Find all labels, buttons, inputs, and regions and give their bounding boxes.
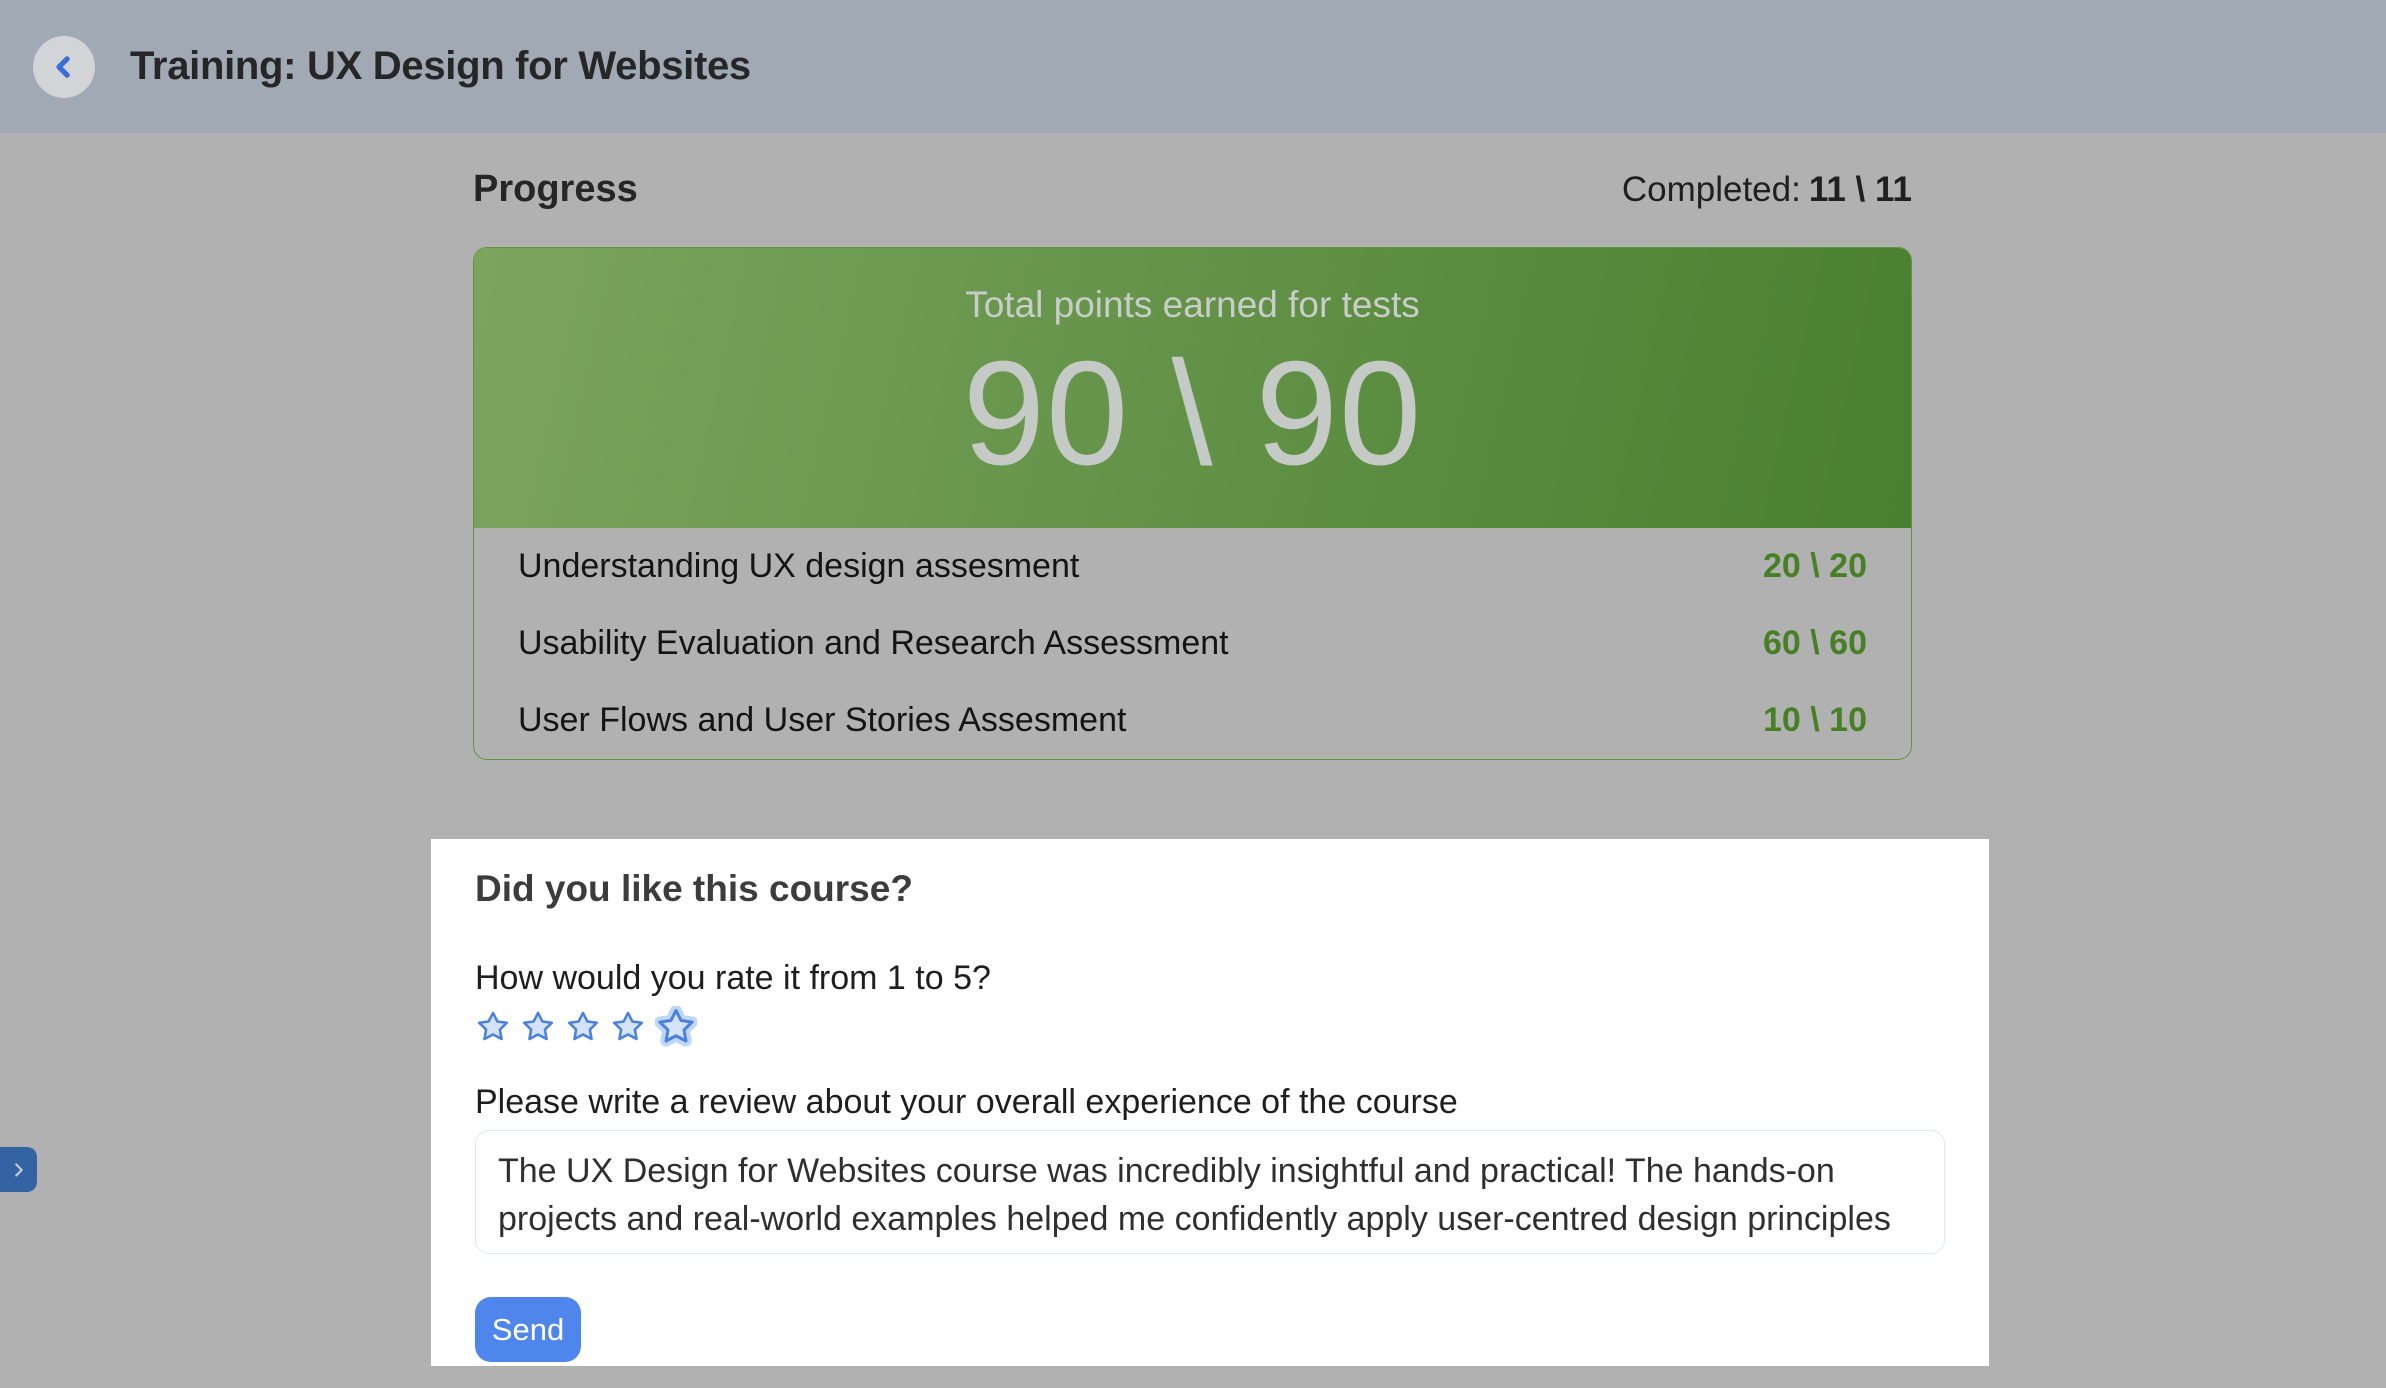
completed-counter: Completed:11 \ 11 (1622, 170, 1912, 210)
send-button[interactable]: Send (475, 1297, 581, 1362)
test-name: Usability Evaluation and Research Assess… (518, 624, 1229, 663)
test-score: 60 \ 60 (1763, 624, 1867, 663)
test-score: 10 \ 10 (1763, 701, 1867, 740)
sidebar-expand-tab[interactable] (0, 1147, 37, 1192)
rate-question-label: How would you rate it from 1 to 5? (475, 958, 1945, 998)
chevron-right-icon (8, 1159, 30, 1181)
app-header: Training: UX Design for Websites (0, 0, 2386, 133)
progress-header-row: Progress Completed:11 \ 11 (473, 168, 1912, 212)
chevron-left-icon (49, 52, 79, 82)
total-points-banner: Total points earned for tests 90 \ 90 (474, 248, 1911, 528)
progress-heading: Progress (473, 168, 638, 211)
star-icon[interactable] (475, 1009, 511, 1045)
review-textarea[interactable]: The UX Design for Websites course was in… (475, 1130, 1945, 1254)
page-title: Training: UX Design for Websites (130, 44, 751, 89)
feedback-heading: Did you like this course? (475, 867, 1945, 911)
test-row: Understanding UX design assesment 20 \ 2… (474, 528, 1911, 605)
test-score: 20 \ 20 (1763, 547, 1867, 586)
star-icon[interactable] (520, 1009, 556, 1045)
progress-section: Progress Completed:11 \ 11 Total points … (473, 168, 1912, 760)
total-points-value: 90 \ 90 (963, 336, 1423, 491)
review-prompt-label: Please write a review about your overall… (475, 1082, 1945, 1122)
test-row: User Flows and User Stories Assesment 10… (474, 682, 1911, 759)
test-name: Understanding UX design assesment (518, 547, 1079, 586)
test-list: Understanding UX design assesment 20 \ 2… (474, 528, 1911, 759)
star-icon[interactable] (655, 1006, 697, 1048)
test-row: Usability Evaluation and Research Assess… (474, 605, 1911, 682)
total-points-label: Total points earned for tests (965, 284, 1420, 326)
feedback-card: Did you like this course? How would you … (431, 839, 1989, 1366)
back-button[interactable] (33, 36, 95, 98)
progress-card: Total points earned for tests 90 \ 90 Un… (473, 247, 1912, 760)
star-icon[interactable] (610, 1009, 646, 1045)
star-icon[interactable] (565, 1009, 601, 1045)
completed-value: 11 \ 11 (1809, 170, 1912, 209)
test-name: User Flows and User Stories Assesment (518, 701, 1126, 740)
completed-label: Completed: (1622, 170, 1801, 209)
star-rating (475, 1006, 1945, 1048)
